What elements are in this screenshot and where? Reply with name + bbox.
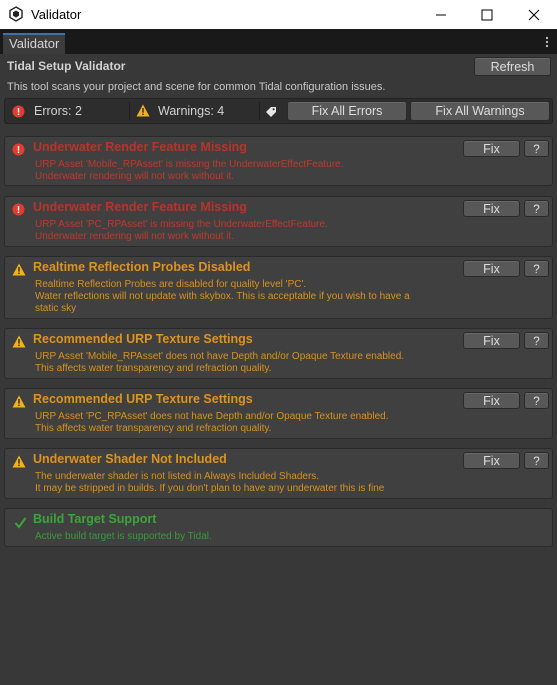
help-button[interactable]: ?: [524, 332, 549, 349]
window-title: Validator: [31, 7, 82, 22]
issue-title: Recommended URP Texture Settings: [33, 332, 253, 346]
page-title: Tidal Setup Validator: [7, 59, 126, 73]
error-count: Errors: 2: [34, 104, 82, 118]
error-icon: [12, 143, 25, 156]
issue-line: Active build target is supported by Tida…: [35, 531, 212, 542]
fix-button[interactable]: Fix: [463, 332, 520, 349]
warning-count: Warnings: 4: [158, 104, 225, 118]
refresh-button[interactable]: Refresh: [474, 57, 551, 76]
divider: [129, 102, 130, 120]
help-button[interactable]: ?: [524, 200, 549, 217]
close-button[interactable]: [511, 0, 557, 29]
issue-card: Underwater Render Feature Missing URP As…: [4, 136, 553, 186]
issue-card: Recommended URP Texture Settings URP Ass…: [4, 388, 553, 439]
warning-icon: [12, 335, 26, 348]
issue-description: URP Asset 'PC_RPAsset' is missing the Un…: [35, 219, 455, 243]
minimize-icon: [436, 14, 446, 15]
help-button[interactable]: ?: [524, 260, 549, 277]
fix-button[interactable]: Fix: [463, 452, 520, 469]
issue-line: Water reflections will not update with s…: [35, 291, 410, 302]
issue-line: URP Asset 'PC_RPAsset' does not have Dep…: [35, 411, 389, 422]
issue-title: Underwater Render Feature Missing: [33, 140, 247, 154]
window-titlebar: Validator: [0, 0, 557, 29]
issue-line: URP Asset 'Mobile_RPAsset' does not have…: [35, 351, 405, 362]
tag-icon[interactable]: [265, 105, 277, 117]
issue-card: Underwater Shader Not Included The under…: [4, 448, 553, 499]
issue-line: Realtime Reflection Probes are disabled …: [35, 279, 307, 290]
issue-title: Build Target Support: [33, 512, 157, 526]
error-icon: [12, 203, 25, 216]
checkmark-icon: [14, 517, 27, 529]
minimize-button[interactable]: [418, 0, 464, 29]
issue-line: The underwater shader is not listed in A…: [35, 471, 320, 482]
issue-line: URP Asset 'Mobile_RPAsset' is missing th…: [35, 159, 344, 170]
issue-line: Underwater rendering will not work witho…: [35, 231, 234, 242]
issue-line: This affects water transparency and refr…: [35, 423, 272, 434]
issue-line: Underwater rendering will not work witho…: [35, 171, 234, 182]
issue-description: URP Asset 'Mobile_RPAsset' is missing th…: [35, 159, 455, 183]
divider: [259, 102, 260, 120]
maximize-button[interactable]: [464, 0, 510, 29]
issue-card: Realtime Reflection Probes Disabled Real…: [4, 256, 553, 319]
fix-all-errors-button[interactable]: Fix All Errors: [287, 101, 407, 121]
issue-line: URP Asset 'PC_RPAsset' is missing the Un…: [35, 219, 328, 230]
issue-description: URP Asset 'PC_RPAsset' does not have Dep…: [35, 411, 455, 435]
warning-icon: [12, 263, 26, 276]
maximize-icon: [481, 9, 493, 20]
fix-all-warnings-button[interactable]: Fix All Warnings: [410, 101, 550, 121]
page-subtitle: This tool scans your project and scene f…: [7, 81, 386, 93]
help-button[interactable]: ?: [524, 392, 549, 409]
help-button[interactable]: ?: [524, 140, 549, 157]
issue-card: Recommended URP Texture Settings URP Ass…: [4, 328, 553, 379]
issue-title: Underwater Shader Not Included: [33, 452, 227, 466]
issue-title: Underwater Render Feature Missing: [33, 200, 247, 214]
help-button[interactable]: ?: [524, 452, 549, 469]
issue-description: URP Asset 'Mobile_RPAsset' does not have…: [35, 351, 455, 375]
tab-validator[interactable]: Validator: [3, 33, 65, 54]
close-icon: [528, 9, 540, 20]
issue-card: Build Target Support Active build target…: [4, 508, 553, 547]
issue-description: The underwater shader is not listed in A…: [35, 471, 455, 495]
kebab-menu-icon[interactable]: [545, 36, 549, 48]
unity-logo-icon: [9, 6, 23, 22]
issue-title: Recommended URP Texture Settings: [33, 392, 253, 406]
issue-card: Underwater Render Feature Missing URP As…: [4, 196, 553, 247]
issue-line: static sky: [35, 303, 77, 314]
issue-description: Active build target is supported by Tida…: [35, 531, 455, 543]
issue-line: This affects water transparency and refr…: [35, 363, 272, 374]
issue-description: Realtime Reflection Probes are disabled …: [35, 279, 455, 315]
warning-icon: [12, 455, 26, 468]
warning-icon: [12, 395, 26, 408]
fix-button[interactable]: Fix: [463, 140, 520, 157]
tab-strip: Validator: [0, 29, 557, 54]
error-icon: [12, 105, 25, 118]
warning-icon: [136, 104, 150, 117]
fix-button[interactable]: Fix: [463, 260, 520, 277]
fix-button[interactable]: Fix: [463, 200, 520, 217]
issue-title: Realtime Reflection Probes Disabled: [33, 260, 251, 274]
issue-line: It may be stripped in builds. If you don…: [35, 483, 385, 494]
fix-button[interactable]: Fix: [463, 392, 520, 409]
